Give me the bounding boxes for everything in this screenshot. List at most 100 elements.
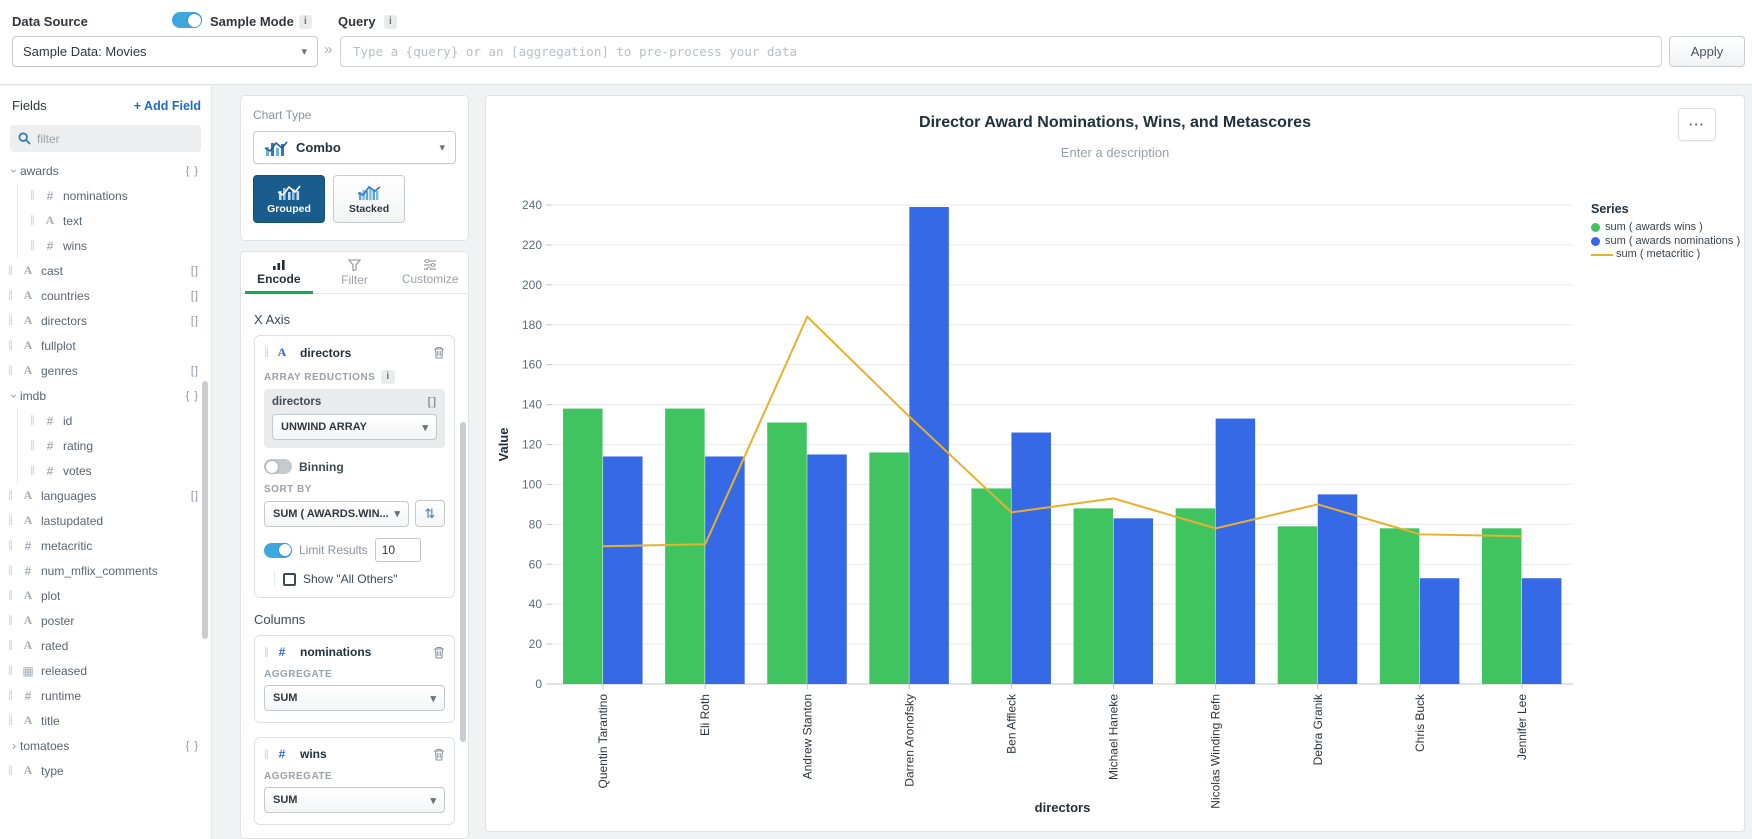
- info-icon[interactable]: i: [381, 370, 394, 384]
- grouped-variant-button[interactable]: Grouped: [253, 175, 325, 223]
- aggregate-select[interactable]: SUM ▾: [264, 787, 445, 813]
- field-row-imdb[interactable]: ›imdb{ }: [0, 383, 211, 408]
- add-field-button[interactable]: + Add Field: [134, 99, 201, 113]
- data-source-select[interactable]: Sample Data: Movies ▾: [12, 36, 318, 67]
- field-name: nominations: [63, 189, 128, 203]
- field-row-cast[interactable]: ∥Acast[]: [0, 258, 211, 283]
- fields-scrollbar[interactable]: [202, 381, 208, 639]
- svg-text:180: 180: [522, 318, 542, 332]
- field-row-poster[interactable]: ∥Aposter: [0, 608, 211, 633]
- field-row-rated[interactable]: ∥Arated: [0, 633, 211, 658]
- trash-icon[interactable]: [433, 646, 445, 659]
- field-row-awards[interactable]: ›awards{ }: [0, 158, 211, 183]
- string-field-icon: A: [20, 763, 36, 778]
- chart-legend: Series sum ( awards wins )sum ( awards n…: [1591, 202, 1751, 262]
- drag-handle-icon: ∥: [8, 640, 16, 651]
- field-row-votes[interactable]: ∥#votes: [0, 458, 211, 483]
- drag-handle-icon: ∥: [8, 365, 16, 376]
- chevron-expanded-icon[interactable]: ›: [7, 390, 21, 402]
- drag-handle-icon[interactable]: ∥: [264, 347, 269, 358]
- field-row-nominations[interactable]: ∥#nominations: [0, 183, 211, 208]
- field-name: type: [41, 764, 64, 778]
- drag-handle-icon: ∥: [8, 515, 16, 526]
- data-source-label: Data Source: [12, 14, 88, 29]
- field-row-countries[interactable]: ∥Acountries[]: [0, 283, 211, 308]
- svg-text:0: 0: [535, 677, 542, 691]
- sample-mode-label: Sample Mode: [210, 14, 294, 29]
- drag-handle-icon: ∥: [30, 440, 38, 451]
- field-row-languages[interactable]: ∥Alanguages[]: [0, 483, 211, 508]
- legend-title: Series: [1591, 202, 1751, 216]
- binning-toggle[interactable]: [264, 459, 292, 474]
- toggle-knob: [266, 461, 278, 473]
- field-name: text: [63, 214, 82, 228]
- field-row-directors[interactable]: ∥Adirectors[]: [0, 308, 211, 333]
- info-icon[interactable]: i: [384, 15, 397, 29]
- x-axis-title: directors: [1035, 800, 1091, 815]
- field-row-lastupdated[interactable]: ∥Alastupdated: [0, 508, 211, 533]
- trash-icon[interactable]: [433, 346, 445, 359]
- field-name: metacritic: [41, 539, 92, 553]
- drag-handle-icon: ∥: [8, 590, 16, 601]
- string-field-icon: A: [20, 713, 36, 728]
- svg-text:160: 160: [522, 358, 542, 372]
- field-row-type[interactable]: ∥Atype: [0, 758, 211, 783]
- field-row-genres[interactable]: ∥Agenres[]: [0, 358, 211, 383]
- field-filter-input[interactable]: [37, 132, 177, 146]
- number-field-icon: #: [274, 747, 290, 761]
- apply-button[interactable]: Apply: [1669, 36, 1745, 67]
- field-name: wins: [63, 239, 87, 253]
- stacked-variant-button[interactable]: Stacked: [333, 175, 405, 223]
- string-field-icon: A: [20, 263, 36, 278]
- field-row-metacritic[interactable]: ∥#metacritic: [0, 533, 211, 558]
- field-name: title: [41, 714, 60, 728]
- array-badge: []: [191, 265, 199, 277]
- field-name: fullplot: [41, 339, 76, 353]
- field-row-title[interactable]: ∥Atitle: [0, 708, 211, 733]
- chevron-expanded-icon[interactable]: ›: [7, 165, 21, 177]
- field-row-wins[interactable]: ∥#wins: [0, 233, 211, 258]
- limit-results-toggle[interactable]: [264, 543, 292, 558]
- field-row-runtime[interactable]: ∥#runtime: [0, 683, 211, 708]
- limit-results-input[interactable]: [375, 538, 421, 562]
- query-input[interactable]: [340, 36, 1662, 67]
- unwind-array-select[interactable]: UNWIND ARRAY ▾: [272, 414, 437, 440]
- chevron-collapsed-icon[interactable]: ›: [8, 739, 20, 753]
- x-axis-labels: Quentin TarantinoEli RothAndrew StantonD…: [596, 684, 1529, 809]
- field-row-plot[interactable]: ∥Aplot: [0, 583, 211, 608]
- sort-direction-button[interactable]: ⇅: [415, 500, 445, 527]
- info-icon[interactable]: i: [299, 15, 312, 29]
- drag-handle-icon: ∥: [8, 290, 16, 301]
- customize-sliders-icon: [423, 259, 437, 270]
- drag-handle-icon[interactable]: ∥: [264, 647, 269, 658]
- field-name: genres: [41, 364, 78, 378]
- tab-customize[interactable]: Customize: [392, 252, 468, 293]
- charts-builder-app: Data Source Sample Mode i Query i Sample…: [0, 0, 1752, 839]
- drag-handle-icon[interactable]: ∥: [264, 749, 269, 760]
- encode-scrollbar[interactable]: [460, 422, 466, 742]
- field-row-rating[interactable]: ∥#rating: [0, 433, 211, 458]
- double-chevron-icon: »: [324, 41, 332, 58]
- aggregate-select[interactable]: SUM ▾: [264, 685, 445, 711]
- field-row-released[interactable]: ∥▦released: [0, 658, 211, 683]
- drag-handle-icon: ∥: [30, 465, 38, 476]
- sample-mode-toggle[interactable]: [172, 12, 202, 28]
- field-row-fullplot[interactable]: ∥Afullplot: [0, 333, 211, 358]
- chevron-down-icon: ▾: [422, 421, 428, 434]
- field-row-num_mflix_comments[interactable]: ∥#num_mflix_comments: [0, 558, 211, 583]
- field-name: plot: [41, 589, 60, 603]
- encode-panel: Encode Filter Customize X Axis ∥ A direc…: [240, 251, 469, 839]
- tab-filter[interactable]: Filter: [317, 252, 393, 293]
- sort-by-select[interactable]: SUM ( AWARDS.WIN... ▾: [264, 501, 409, 527]
- field-row-id[interactable]: ∥#id: [0, 408, 211, 433]
- field-row-tomatoes[interactable]: ›tomatoes{ }: [0, 733, 211, 758]
- field-name: directors: [41, 314, 87, 328]
- field-name: languages: [41, 489, 96, 503]
- field-name: released: [41, 664, 87, 678]
- number-field-icon: #: [42, 414, 58, 428]
- show-all-others-checkbox[interactable]: [283, 573, 296, 586]
- tab-encode[interactable]: Encode: [241, 252, 317, 293]
- trash-icon[interactable]: [433, 748, 445, 761]
- field-row-text[interactable]: ∥Atext: [0, 208, 211, 233]
- chart-type-select[interactable]: Combo ▾: [253, 131, 456, 164]
